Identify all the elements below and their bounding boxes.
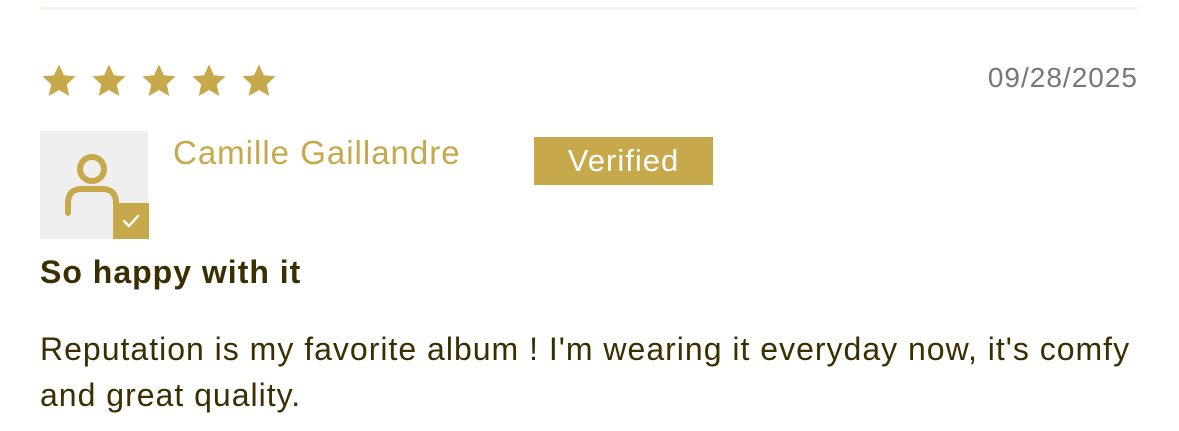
star-icon (92, 64, 126, 97)
star-icon (192, 64, 226, 97)
star-icon (242, 64, 276, 97)
avatar (40, 131, 149, 239)
star-rating (40, 62, 278, 100)
review-title: So happy with it (40, 254, 302, 290)
reviewer-name: Camille Gaillandre (173, 134, 461, 171)
divider (40, 7, 1138, 10)
star-icon (142, 64, 176, 97)
review-date: 09/28/2025 (987, 62, 1138, 93)
star-icon (42, 64, 76, 97)
verified-badge: Verified (534, 137, 713, 185)
review-card: 09/28/2025 Camille Gaillandre Verified S… (40, 0, 1138, 431)
verified-check (113, 203, 149, 239)
review-body: Reputation is my favorite album ! I'm we… (40, 331, 1131, 413)
check-icon (122, 214, 140, 228)
